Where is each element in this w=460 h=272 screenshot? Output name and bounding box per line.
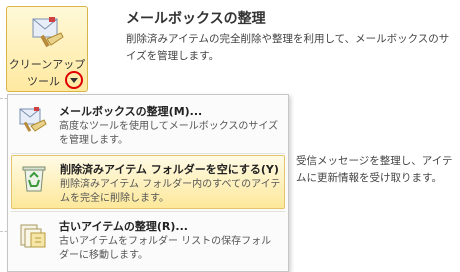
section-title: メールボックスの整理 — [126, 11, 266, 27]
section-description: 削除済みアイテムの完全削除や整理を利用して、メールボックスのサイズを管理します。 — [126, 33, 450, 62]
chevron-down-icon[interactable] — [65, 71, 83, 89]
menu-item-empty-deleted-items[interactable]: 削除済みアイテム フォルダーを空にする(Y) 削除済みアイテム フォルダー内のす… — [11, 155, 285, 209]
recycle-bin-icon — [22, 166, 46, 192]
cleanup-tools-button[interactable]: クリーンアップ ツール — [6, 6, 88, 92]
cleanup-tools-label-line2: ツール — [27, 75, 60, 88]
menu-item-archive[interactable]: 古いアイテムの整理(R)... 古いアイテムをフォルダー リストの保存フォルダー… — [11, 213, 285, 267]
menu-item-title: 削除済みアイテム フォルダーを空にする(Y) — [60, 163, 279, 176]
rules-description-partial: 受信メッセージを整理し、アイテムに更新情報を受け取ります。 — [296, 155, 453, 184]
cleanup-tools-label-line1: クリーンアップ — [8, 58, 86, 71]
menu-item-description: 削除済みアイテム フォルダー内のすべてのアイテムを完全に削除します。 — [60, 179, 281, 204]
archive-icon — [20, 224, 46, 248]
menu-item-description: 古いアイテムをフォルダー リストの保存フォルダーに移動します。 — [59, 236, 272, 261]
menu-item-description: 高度なツールを使用してメールボックスのサイズを管理します。 — [59, 121, 279, 146]
menu-item-title: メールボックスの整理(M)... — [59, 105, 203, 118]
cleanup-tools-menu: メールボックスの整理(M)... 高度なツールを使用してメールボックスのサイズを… — [7, 94, 289, 272]
mailbox-cleanup-icon — [19, 107, 47, 132]
menu-separator — [11, 211, 285, 212]
menu-item-mailbox-cleanup[interactable]: メールボックスの整理(M)... 高度なツールを使用してメールボックスのサイズを… — [11, 98, 285, 152]
menu-separator — [11, 153, 285, 154]
menu-item-title: 古いアイテムの整理(R)... — [59, 220, 188, 233]
mailbox-cleanup-icon — [32, 17, 64, 48]
backstage-info-panel: クリーンアップ ツール メールボックスの整理 削除済みアイテムの完全削除や整理を… — [0, 0, 460, 272]
